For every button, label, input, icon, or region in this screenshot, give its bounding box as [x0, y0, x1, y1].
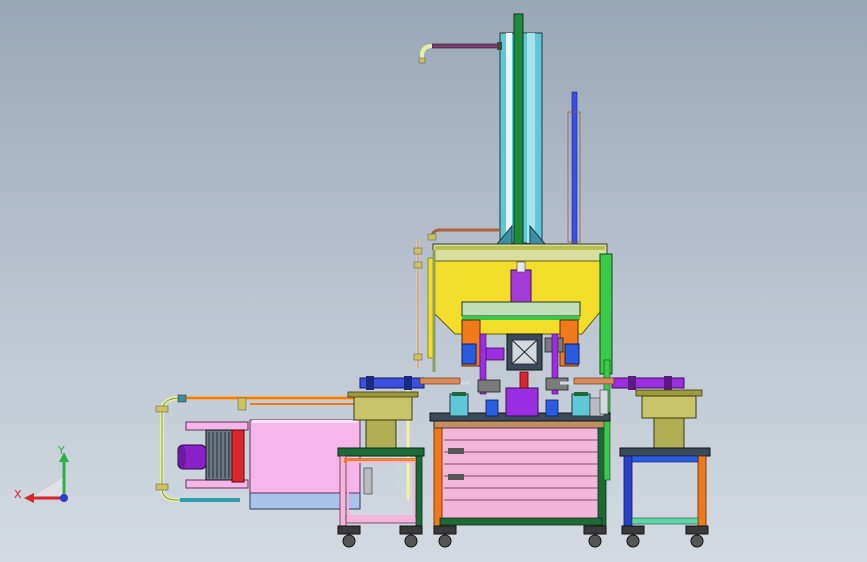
y-axis-label: Y	[57, 444, 65, 457]
z-axis-dot	[60, 494, 68, 502]
orientation-triad: Y X	[14, 444, 69, 503]
x-axis-label: X	[14, 488, 22, 501]
cad-viewport[interactable]: Y X	[0, 0, 867, 562]
x-axis-arrowhead	[24, 493, 34, 503]
